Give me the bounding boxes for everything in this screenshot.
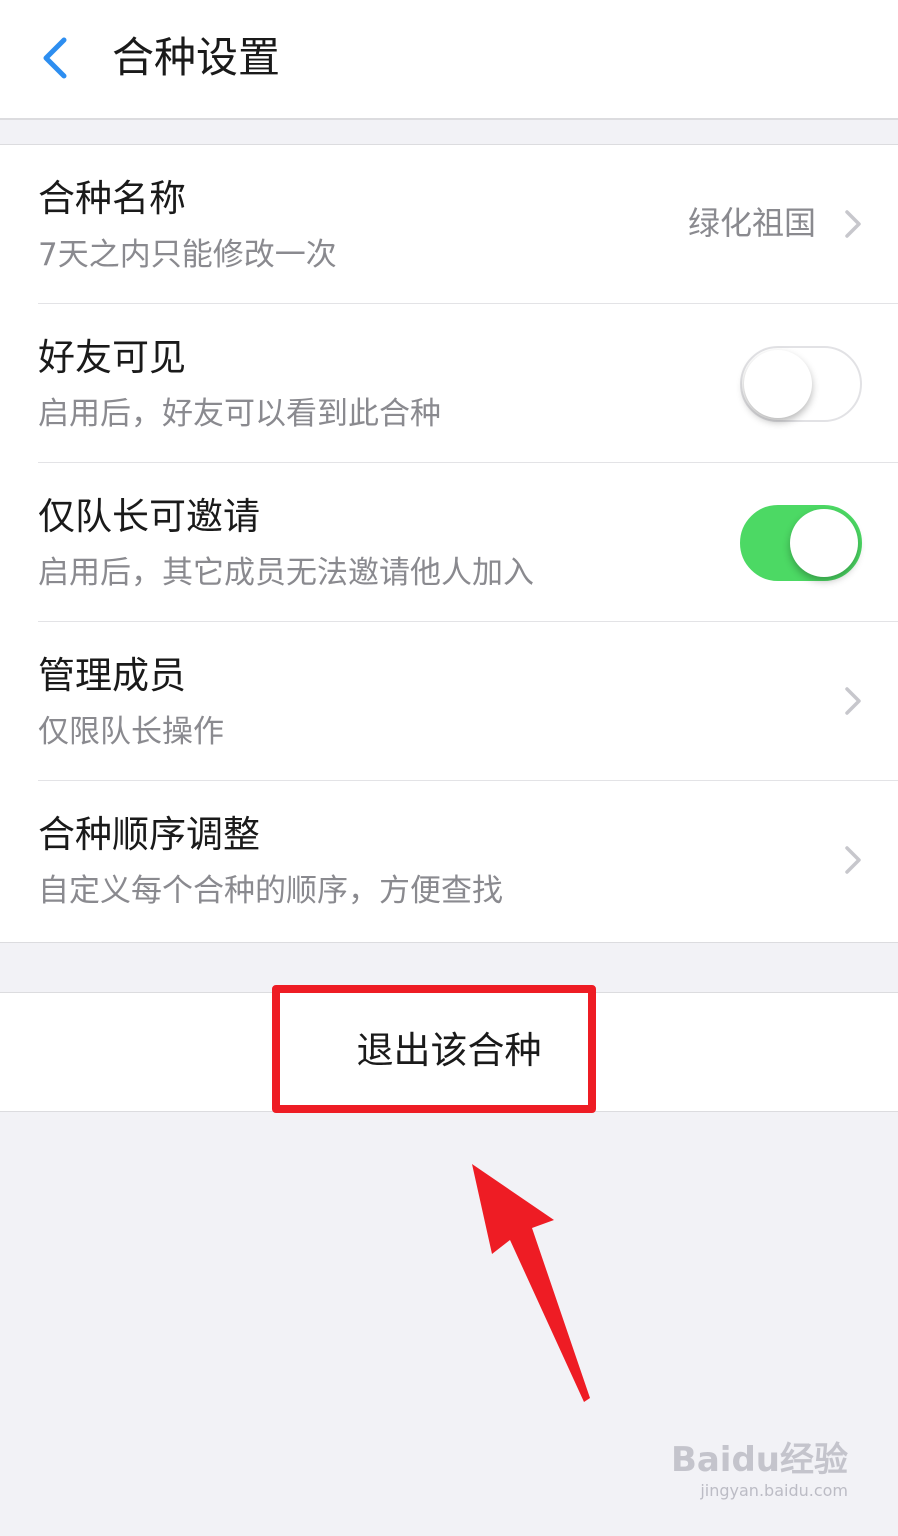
setting-subtitle: 启用后，其它成员无法邀请他人加入 <box>38 555 534 591</box>
setting-subtitle: 启用后，好友可以看到此合种 <box>38 396 441 432</box>
leader-invite-toggle[interactable] <box>740 505 862 581</box>
setting-title: 好友可见 <box>38 336 186 379</box>
chevron-right-icon <box>845 846 861 874</box>
chevron-right-icon <box>845 687 861 715</box>
page-title: 合种设置 <box>112 33 281 82</box>
settings-group: 合种名称 7天之内只能修改一次 绿化祖国 好友可见 启用后，好友可以看到此合种 … <box>0 144 898 943</box>
setting-row-friends-visible: 好友可见 启用后，好友可以看到此合种 <box>0 304 898 463</box>
chevron-right-icon <box>845 210 861 238</box>
watermark-url: jingyan.baidu.com <box>700 1481 848 1500</box>
setting-row-manage-members[interactable]: 管理成员 仅限队长操作 <box>0 622 898 781</box>
setting-row-name[interactable]: 合种名称 7天之内只能修改一次 绿化祖国 <box>0 145 898 304</box>
friends-visible-toggle[interactable] <box>740 346 862 422</box>
setting-title: 管理成员 <box>38 654 186 697</box>
setting-title: 合种名称 <box>38 177 186 220</box>
setting-row-leader-invite: 仅队长可邀请 启用后，其它成员无法邀请他人加入 <box>0 463 898 622</box>
nav-bar: 合种设置 <box>0 0 898 120</box>
setting-subtitle: 自定义每个合种的顺序，方便查找 <box>38 873 503 909</box>
setting-subtitle: 仅限队长操作 <box>38 714 224 750</box>
setting-subtitle: 7天之内只能修改一次 <box>38 237 337 273</box>
setting-title: 合种顺序调整 <box>38 813 260 856</box>
toggle-knob <box>744 350 812 418</box>
back-chevron-icon[interactable] <box>36 34 76 82</box>
setting-value: 绿化祖国 <box>687 204 816 242</box>
annotation-highlight-box <box>272 985 596 1113</box>
setting-title: 仅队长可邀请 <box>38 495 260 538</box>
baidu-watermark: Baidu经验 jingyan.baidu.com <box>671 1440 848 1502</box>
annotation-arrow-icon <box>472 1164 590 1402</box>
toggle-knob <box>790 509 858 577</box>
setting-row-order[interactable]: 合种顺序调整 自定义每个合种的顺序，方便查找 <box>0 781 898 940</box>
watermark-brand: Baidu经验 <box>670 1440 848 1480</box>
